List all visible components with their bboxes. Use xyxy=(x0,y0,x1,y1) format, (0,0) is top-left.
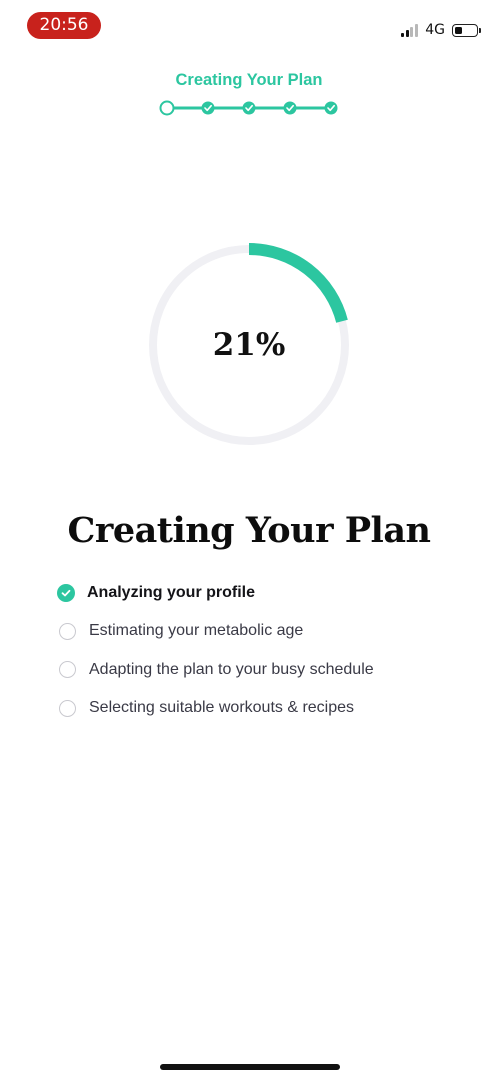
network-type: 4G xyxy=(425,22,445,38)
step-done-icon xyxy=(324,101,338,115)
step-current-icon xyxy=(159,100,175,116)
step-done-icon xyxy=(283,101,297,115)
plan-step-item: Selecting suitable workouts & recipes xyxy=(57,695,374,722)
step-done-icon xyxy=(242,101,256,115)
empty-circle-icon xyxy=(58,699,76,717)
empty-circle-icon xyxy=(58,661,76,678)
empty-circle-icon xyxy=(58,622,76,640)
header-title: Creating Your Plan xyxy=(175,71,323,89)
plan-step-item: Estimating your metabolic age xyxy=(57,618,374,645)
progress-percent: 21% xyxy=(212,327,286,363)
status-time: 20:56 xyxy=(27,12,101,39)
plan-step-label: Analyzing your profile xyxy=(87,583,256,601)
signal-bar xyxy=(414,23,418,37)
step-progress-indicator xyxy=(159,100,338,116)
signal-bar xyxy=(410,26,414,37)
page-title: Creating Your Plan xyxy=(67,510,431,551)
signal-bar xyxy=(405,29,409,37)
battery-icon xyxy=(452,23,481,37)
plan-step-item: Adapting the plan to your busy schedule xyxy=(57,656,374,683)
plan-step-label: Estimating your metabolic age xyxy=(89,622,304,639)
home-indicator xyxy=(160,1064,340,1070)
plan-step-label: Selecting suitable workouts & recipes xyxy=(89,699,355,716)
plan-step-label: Adapting the plan to your busy schedule xyxy=(89,660,374,678)
plan-steps-list: Analyzing your profile Estimating your me… xyxy=(57,579,374,733)
plan-step-item: Analyzing your profile xyxy=(57,579,374,606)
signal-bar xyxy=(401,32,405,37)
status-bar: 20:56 4G xyxy=(0,0,498,50)
battery-level xyxy=(455,26,462,34)
status-indicators: 4G xyxy=(401,20,481,40)
step-done-icon xyxy=(201,101,215,115)
signal-icon xyxy=(401,23,419,37)
check-circle-icon xyxy=(57,583,75,602)
